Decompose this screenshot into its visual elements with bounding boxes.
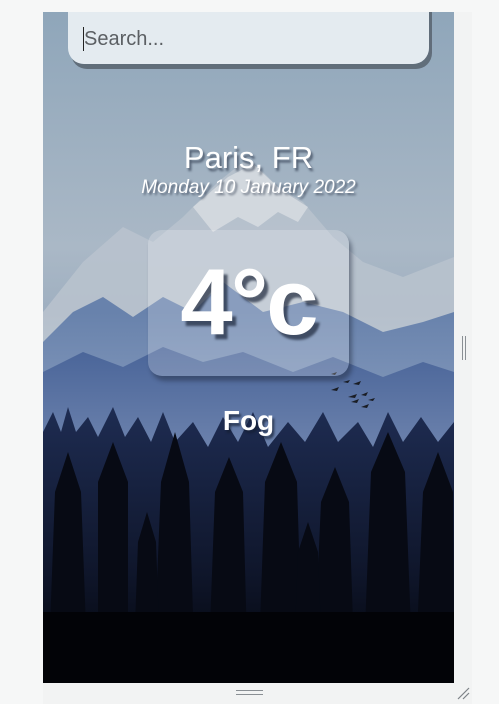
- search-input[interactable]: [82, 23, 414, 55]
- text-caret: [83, 27, 84, 51]
- horizontal-grip-icon[interactable]: [236, 690, 263, 695]
- location-label: Paris, FR: [183, 140, 314, 175]
- temperature-value: 4°c: [180, 249, 318, 354]
- date-label: Monday 10 January 2022: [141, 177, 356, 198]
- vertical-grip-icon[interactable]: [462, 336, 466, 360]
- temperature-card: 4°c: [148, 230, 349, 376]
- weather-condition: Fog: [222, 405, 275, 436]
- weather-app: Paris, FR Monday 10 January 2022 4°c Fog: [43, 12, 454, 683]
- search-bar: [68, 12, 429, 64]
- resize-handle-icon[interactable]: [456, 686, 470, 700]
